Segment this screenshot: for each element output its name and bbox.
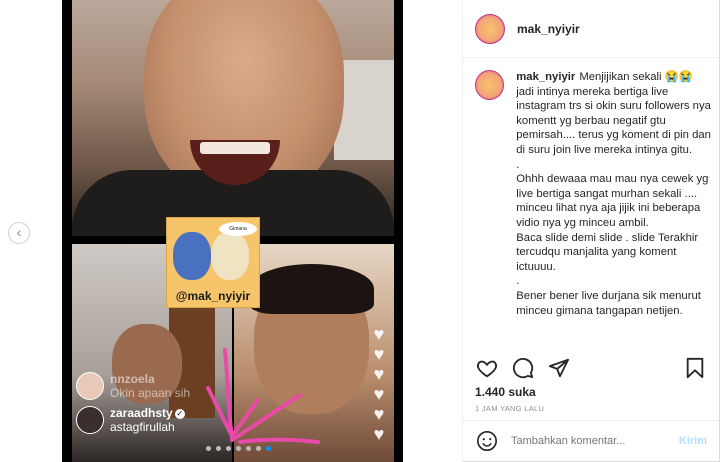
share-icon [548, 358, 570, 378]
caption-line: Ohhh dewaaa mau mau nya cewek yg live be… [516, 173, 709, 229]
slide-dot-active [266, 446, 271, 451]
comment-icon [512, 357, 534, 379]
avatar[interactable] [475, 70, 505, 100]
post-timestamp[interactable]: 1 JAM YANG LALU [475, 404, 544, 413]
slide-dot [226, 446, 231, 451]
caption-line: Menjijikan sekali 😭😭 jadi intinya mereka… [516, 71, 711, 156]
bookmark-icon [686, 357, 704, 379]
slide-indicator [206, 446, 271, 451]
caption-line: . [516, 158, 520, 171]
post-username[interactable]: mak_nyiyir [517, 22, 580, 36]
slide-dot [206, 446, 211, 451]
caption-line: Baca slide demi slide . slide Terakhir t… [516, 231, 699, 273]
comment-button[interactable] [511, 356, 535, 380]
pink-scribble-annotation [206, 348, 320, 444]
like-button[interactable] [475, 356, 499, 380]
post-header: mak_nyiyir [463, 0, 719, 58]
slide-dot [236, 446, 241, 451]
save-button[interactable] [683, 356, 707, 380]
emoji-icon [477, 431, 497, 451]
like-count[interactable]: 1.440 suka [475, 385, 536, 399]
caption-username[interactable]: mak_nyiyir [516, 71, 575, 83]
caption-line: Bener bener live durjana sik menurut min… [516, 289, 701, 317]
post-comment-button[interactable]: Kirim [679, 435, 707, 447]
heart-icon [476, 360, 498, 378]
slide-dot [246, 446, 251, 451]
emoji-button[interactable] [475, 429, 499, 453]
slide-dot [216, 446, 221, 451]
chevron-left-icon[interactable]: ‹ [8, 222, 30, 244]
add-comment-bar: Kirim [463, 420, 719, 461]
post-sidebar: mak_nyiyir mak_nyiyir Menjijikan sekali 😭… [462, 0, 719, 460]
caption-text: mak_nyiyir Menjijikan sekali 😭😭 jadi inti… [516, 70, 711, 318]
caption-block: mak_nyiyir Menjijikan sekali 😭😭 jadi inti… [475, 70, 711, 318]
action-bar [475, 356, 707, 380]
share-button[interactable] [547, 356, 571, 380]
caption-line: . [516, 275, 520, 288]
scribble-path [206, 348, 320, 444]
slide-dot [256, 446, 261, 451]
avatar[interactable] [475, 13, 505, 44]
comment-input[interactable] [509, 434, 673, 448]
post-media[interactable]: Gimana @mak_nyiyir nnzoela Okin apaan si… [0, 0, 462, 462]
